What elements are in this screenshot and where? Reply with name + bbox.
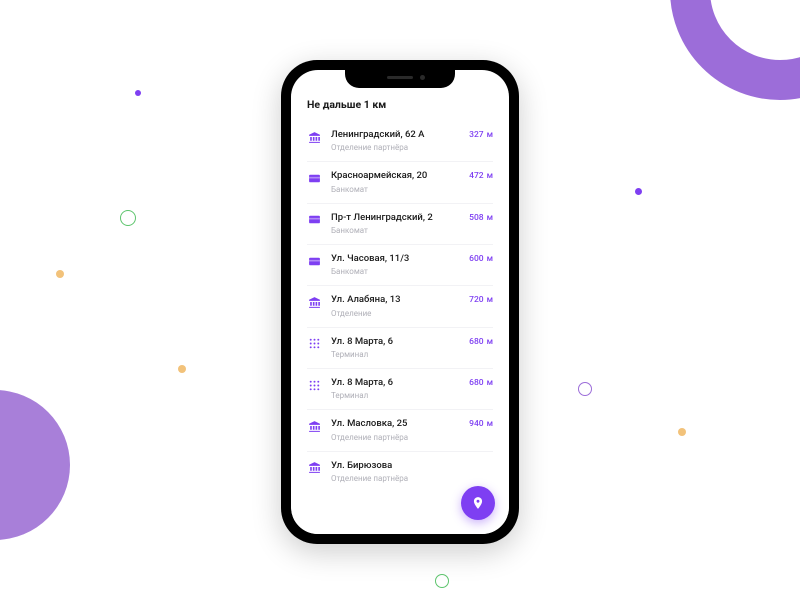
app-content: Не дальше 1 км Ленинградский, 62 А Отделе…	[291, 70, 509, 534]
decoration-ring	[670, 0, 800, 100]
location-item[interactable]: Ул. Часовая, 11/3 Банкомат 600м	[307, 245, 493, 286]
card-icon	[307, 213, 321, 227]
location-type: Банкомат	[331, 226, 459, 235]
bank-icon	[307, 461, 321, 475]
location-distance: 327м	[469, 130, 493, 140]
location-name: Ул. 8 Марта, 6	[331, 377, 459, 389]
location-name: Красноармейская, 20	[331, 170, 459, 182]
location-info: Ул. Алабяна, 13 Отделение	[331, 294, 459, 317]
location-info: Ул. 8 Марта, 6 Терминал	[331, 336, 459, 359]
decoration-dot	[135, 90, 141, 96]
location-info: Ул. 8 Марта, 6 Терминал	[331, 377, 459, 400]
location-name: Ул. Алабяна, 13	[331, 294, 459, 306]
decoration-dot	[678, 428, 686, 436]
location-distance: 472м	[469, 171, 493, 181]
bank-icon	[307, 295, 321, 309]
card-icon	[307, 171, 321, 185]
location-info: Красноармейская, 20 Банкомат	[331, 170, 459, 193]
decoration-dot	[635, 188, 642, 195]
location-distance: 720м	[469, 295, 493, 305]
location-distance: 680м	[469, 378, 493, 388]
location-type: Отделение	[331, 309, 459, 318]
location-distance: 940м	[469, 419, 493, 429]
location-type: Банкомат	[331, 185, 459, 194]
decoration-dot	[56, 270, 64, 278]
location-name: Ленинградский, 62 А	[331, 129, 459, 141]
location-name: Ул. 8 Марта, 6	[331, 336, 459, 348]
location-item[interactable]: Ул. 8 Марта, 6 Терминал 680м	[307, 369, 493, 410]
phone-frame: Не дальше 1 км Ленинградский, 62 А Отделе…	[281, 60, 519, 544]
decoration-ring	[435, 574, 449, 588]
location-distance: 508м	[469, 213, 493, 223]
location-info: Пр-т Ленинградский, 2 Банкомат	[331, 212, 459, 235]
location-type: Отделение партнёра	[331, 433, 459, 442]
location-type: Отделение партнёра	[331, 143, 459, 152]
location-item[interactable]: Ул. Алабяна, 13 Отделение 720м	[307, 286, 493, 327]
bank-icon	[307, 130, 321, 144]
locations-list[interactable]: Ленинградский, 62 А Отделение партнёра 327…	[307, 121, 493, 492]
decoration-dot	[178, 365, 186, 373]
location-item[interactable]: Ул. 8 Марта, 6 Терминал 680м	[307, 328, 493, 369]
phone-screen: Не дальше 1 км Ленинградский, 62 А Отделе…	[291, 70, 509, 534]
location-distance: 680м	[469, 337, 493, 347]
location-info: Ул. Бирюзова Отделение партнёра	[331, 460, 483, 483]
location-type: Отделение партнёра	[331, 474, 483, 483]
location-type: Банкомат	[331, 267, 459, 276]
map-fab-button[interactable]	[461, 486, 495, 520]
card-icon	[307, 254, 321, 268]
location-info: Ул. Масловка, 25 Отделение партнёра	[331, 418, 459, 441]
section-header: Не дальше 1 км	[307, 98, 493, 111]
location-item[interactable]: Красноармейская, 20 Банкомат 472м	[307, 162, 493, 203]
location-name: Пр-т Ленинградский, 2	[331, 212, 459, 224]
location-name: Ул. Масловка, 25	[331, 418, 459, 430]
phone-notch	[345, 70, 455, 88]
terminal-icon	[307, 337, 321, 351]
decoration-circle	[0, 390, 70, 540]
location-name: Ул. Часовая, 11/3	[331, 253, 459, 265]
terminal-icon	[307, 378, 321, 392]
location-distance: 600м	[469, 254, 493, 264]
location-type: Терминал	[331, 350, 459, 359]
location-item[interactable]: Ул. Масловка, 25 Отделение партнёра 940м	[307, 410, 493, 451]
location-item[interactable]: Ленинградский, 62 А Отделение партнёра 327…	[307, 121, 493, 162]
location-info: Ленинградский, 62 А Отделение партнёра	[331, 129, 459, 152]
pin-icon	[471, 496, 485, 510]
location-item[interactable]: Пр-т Ленинградский, 2 Банкомат 508м	[307, 204, 493, 245]
bank-icon	[307, 419, 321, 433]
location-item[interactable]: Ул. Бирюзова Отделение партнёра	[307, 452, 493, 492]
location-info: Ул. Часовая, 11/3 Банкомат	[331, 253, 459, 276]
decoration-ring	[578, 382, 592, 396]
decoration-ring	[120, 210, 136, 226]
location-name: Ул. Бирюзова	[331, 460, 483, 472]
location-type: Терминал	[331, 391, 459, 400]
